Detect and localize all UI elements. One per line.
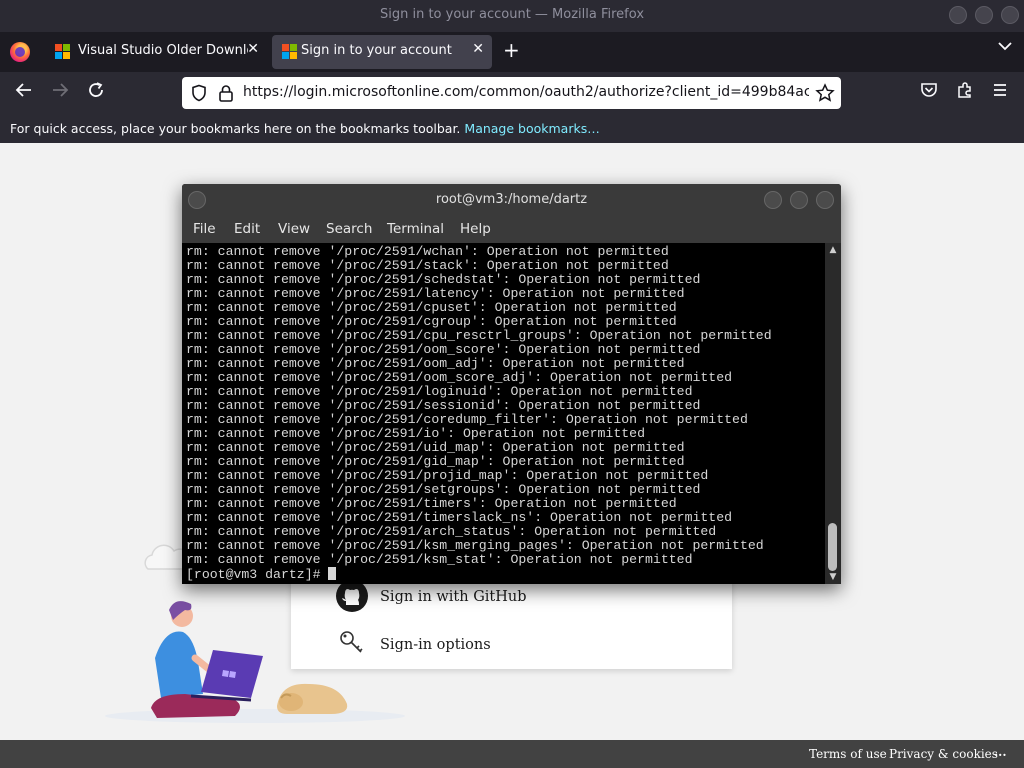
tab-strip: Visual Studio Older Downloads ✕ Sign in … xyxy=(0,32,1024,72)
terminal-line: rm: cannot remove '/proc/2591/sessionid'… xyxy=(186,398,701,413)
terminal-line: rm: cannot remove '/proc/2591/oom_adj': … xyxy=(186,356,685,371)
bookmarks-hint-text: For quick access, place your bookmarks h… xyxy=(10,121,461,136)
reload-button[interactable] xyxy=(84,81,108,105)
microsoft-logo-icon xyxy=(55,44,71,60)
menu-terminal[interactable]: Terminal xyxy=(387,221,444,237)
new-tab-button[interactable]: + xyxy=(503,38,520,62)
close-tab-icon[interactable]: ✕ xyxy=(247,41,259,57)
tab-visual-studio[interactable]: Visual Studio Older Downloads ✕ xyxy=(45,35,267,69)
close-window-button[interactable] xyxy=(1001,6,1019,24)
terminal-scrollbar[interactable]: ▲ ▼ xyxy=(825,243,841,584)
terminal-line: rm: cannot remove '/proc/2591/timerslack… xyxy=(186,510,733,525)
terminal-window[interactable]: root@vm3:/home/dartz File Edit View Sear… xyxy=(182,184,841,584)
terminal-maximize-button[interactable] xyxy=(790,191,808,209)
bookmarks-toolbar: For quick access, place your bookmarks h… xyxy=(0,114,1024,143)
terminal-menubar: File Edit View Search Terminal Help xyxy=(182,216,841,243)
terminal-line: rm: cannot remove '/proc/2591/coredump_f… xyxy=(186,412,748,427)
terminal-line: rm: cannot remove '/proc/2591/gid_map': … xyxy=(186,454,685,469)
terminal-minimize-button[interactable] xyxy=(764,191,782,209)
github-icon xyxy=(335,579,369,613)
window-titlebar: Sign in to your account — Mozilla Firefo… xyxy=(0,0,1024,32)
menu-file[interactable]: File xyxy=(193,221,216,237)
extensions-icon[interactable] xyxy=(953,81,977,105)
terminal-line: rm: cannot remove '/proc/2591/timers': O… xyxy=(186,496,677,511)
terminal-prompt[interactable]: [root@vm3 dartz]# xyxy=(186,567,772,582)
terminal-line: rm: cannot remove '/proc/2591/setgroups'… xyxy=(186,482,701,497)
scroll-up-arrow-icon[interactable]: ▲ xyxy=(828,245,838,255)
tab-label: Sign in to your account xyxy=(301,43,452,58)
back-button[interactable] xyxy=(12,81,36,105)
app-menu-hamburger-icon[interactable] xyxy=(988,81,1012,105)
menu-view[interactable]: View xyxy=(278,221,310,237)
privacy-cookies-link[interactable]: Privacy & cookies xyxy=(889,747,998,761)
minimize-button[interactable] xyxy=(949,6,967,24)
terminal-line: rm: cannot remove '/proc/2591/cgroup': O… xyxy=(186,314,677,329)
terminal-cursor xyxy=(328,567,337,580)
terminal-title: root@vm3:/home/dartz xyxy=(435,192,588,207)
tab-sign-in[interactable]: Sign in to your account ✕ xyxy=(272,35,492,69)
list-all-tabs-chevron-icon[interactable] xyxy=(998,39,1012,55)
lock-icon[interactable] xyxy=(218,84,234,106)
terminal-line: rm: cannot remove '/proc/2591/ksm_mergin… xyxy=(186,538,764,553)
url-text[interactable]: https://login.microsoftonline.com/common… xyxy=(243,84,809,100)
terminal-titlebar[interactable]: root@vm3:/home/dartz xyxy=(182,184,841,216)
menu-help[interactable]: Help xyxy=(460,221,491,237)
terminal-output[interactable]: rm: cannot remove '/proc/2591/wchan': Op… xyxy=(182,243,825,584)
menu-edit[interactable]: Edit xyxy=(234,221,260,237)
terms-of-use-link[interactable]: Terms of use xyxy=(809,747,887,761)
tracking-protection-shield-icon[interactable] xyxy=(190,84,208,106)
bookmark-star-icon[interactable] xyxy=(815,83,835,107)
terminal-menu-button[interactable] xyxy=(188,191,206,209)
forward-button[interactable] xyxy=(48,81,72,105)
tab-label: Visual Studio Older Downloads xyxy=(78,43,248,58)
terminal-line: rm: cannot remove '/proc/2591/cpuset': O… xyxy=(186,300,677,315)
terminal-line: rm: cannot remove '/proc/2591/stack': Op… xyxy=(186,258,669,273)
pocket-icon[interactable] xyxy=(917,81,941,105)
terminal-line: rm: cannot remove '/proc/2591/projid_map… xyxy=(186,468,709,483)
page-footer: Terms of use Privacy & cookies ... xyxy=(0,740,1024,768)
manage-bookmarks-link[interactable]: Manage bookmarks… xyxy=(464,121,599,136)
maximize-button[interactable] xyxy=(975,6,993,24)
terminal-line: rm: cannot remove '/proc/2591/oom_score_… xyxy=(186,370,733,385)
terminal-line: rm: cannot remove '/proc/2591/loginuid':… xyxy=(186,384,693,399)
terminal-line: rm: cannot remove '/proc/2591/ksm_stat':… xyxy=(186,552,693,567)
key-icon xyxy=(335,627,369,661)
terminal-line: rm: cannot remove '/proc/2591/arch_statu… xyxy=(186,524,717,539)
sign-in-options-label: Sign-in options xyxy=(380,637,491,653)
more-options-ellipsis[interactable]: ... xyxy=(994,745,1007,759)
microsoft-logo-icon xyxy=(282,44,298,60)
window-title: Sign in to your account — Mozilla Firefo… xyxy=(379,7,645,22)
terminal-line: rm: cannot remove '/proc/2591/latency': … xyxy=(186,286,685,301)
terminal-line: rm: cannot remove '/proc/2591/oom_score'… xyxy=(186,342,701,357)
terminal-line: rm: cannot remove '/proc/2591/io': Opera… xyxy=(186,426,645,441)
terminal-line: rm: cannot remove '/proc/2591/wchan': Op… xyxy=(186,244,669,259)
terminal-close-button[interactable] xyxy=(816,191,834,209)
terminal-text: rm: cannot remove '/proc/2591/wchan': Op… xyxy=(186,245,772,582)
terminal-line: rm: cannot remove '/proc/2591/uid_map': … xyxy=(186,440,685,455)
menu-search[interactable]: Search xyxy=(326,221,372,237)
scrollbar-thumb[interactable] xyxy=(828,523,837,571)
scroll-down-arrow-icon[interactable]: ▼ xyxy=(828,572,838,582)
url-bar[interactable]: https://login.microsoftonline.com/common… xyxy=(182,77,841,109)
firefox-view-icon[interactable] xyxy=(10,42,30,62)
close-tab-icon[interactable]: ✕ xyxy=(472,41,484,57)
navigation-toolbar: https://login.microsoftonline.com/common… xyxy=(0,72,1024,114)
terminal-line: rm: cannot remove '/proc/2591/cpu_resctr… xyxy=(186,328,772,343)
terminal-line: rm: cannot remove '/proc/2591/schedstat'… xyxy=(186,272,701,287)
sign-in-github-label: Sign in with GitHub xyxy=(380,589,527,605)
